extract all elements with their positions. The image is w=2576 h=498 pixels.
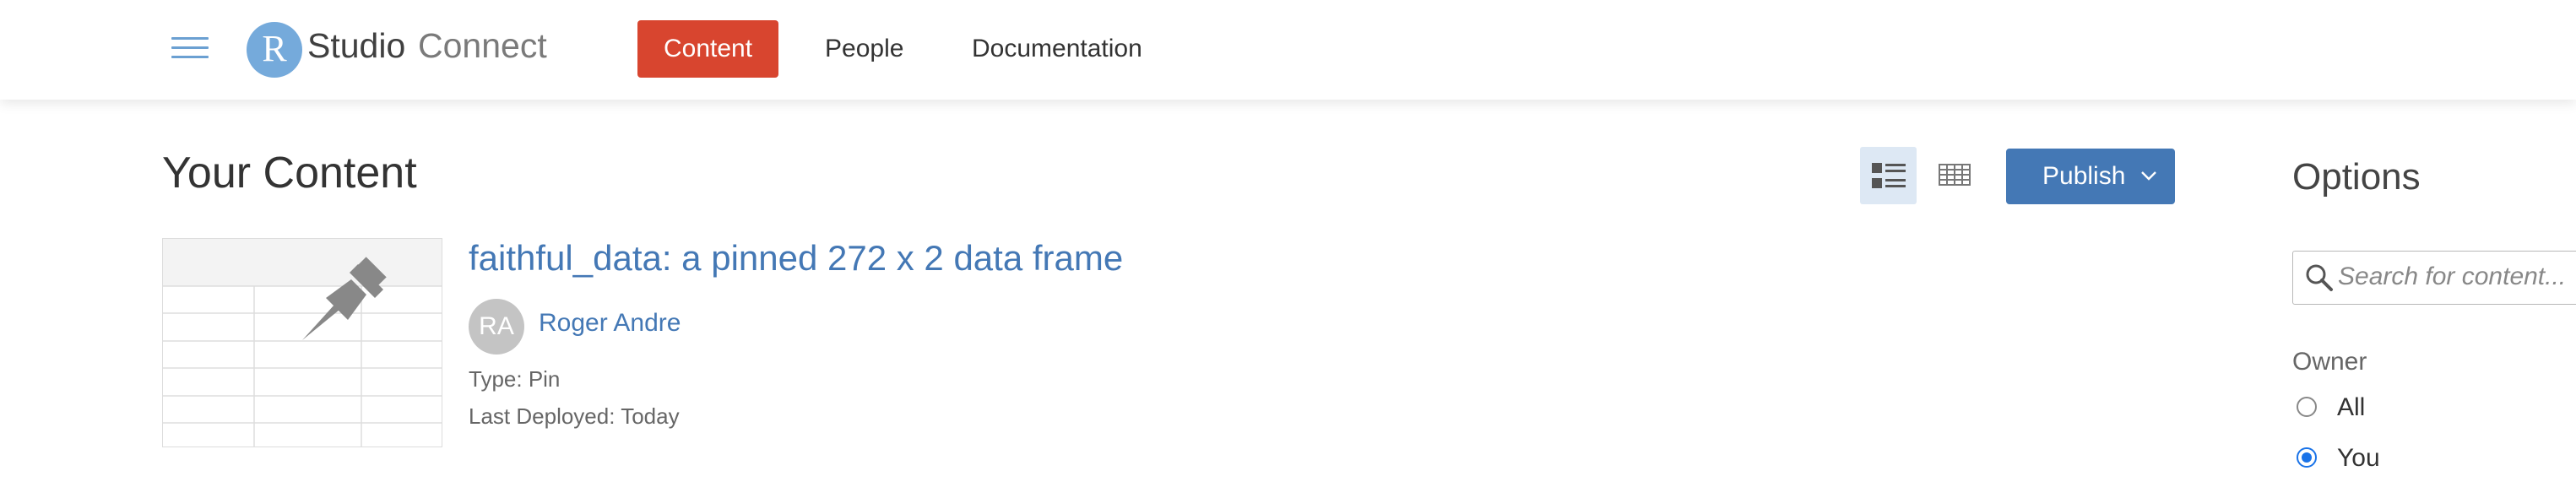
- hamburger-menu-icon[interactable]: [171, 37, 209, 59]
- list-view-icon: [1872, 163, 1906, 188]
- publish-button[interactable]: Publish: [2006, 149, 2175, 204]
- grid-view-button[interactable]: [1933, 147, 1976, 204]
- options-panel-title: Options: [2292, 156, 2421, 198]
- avatar: RA: [469, 299, 524, 355]
- owner-option-you-label: You: [2337, 444, 2380, 472]
- list-view-button[interactable]: [1860, 147, 1917, 204]
- nav-tab-content[interactable]: Content: [637, 20, 779, 78]
- pushpin-icon: [302, 257, 387, 340]
- top-navigation-bar: R Studio Connect Content People Document…: [0, 0, 2576, 100]
- nav-tab-people[interactable]: People: [825, 20, 903, 78]
- content-search-box[interactable]: [2292, 251, 2576, 305]
- owner-name-link[interactable]: Roger Andre: [539, 309, 681, 338]
- logo-word-connect: Connect: [418, 26, 547, 65]
- page-title: Your Content: [162, 149, 417, 198]
- publish-button-label: Publish: [2042, 162, 2126, 190]
- chevron-down-icon: [2141, 171, 2156, 181]
- radio-button-all[interactable]: [2297, 397, 2317, 417]
- owner-option-all-label: All: [2337, 393, 2366, 421]
- logo-r-circle: R: [247, 22, 302, 78]
- content-thumbnail[interactable]: [162, 238, 442, 447]
- logo-word-studio: Studio: [307, 26, 406, 65]
- grid-view-icon: [1939, 164, 1971, 186]
- radio-button-you[interactable]: [2297, 447, 2317, 468]
- content-type-label: Type: Pin: [469, 366, 561, 392]
- owner-filter-label: Owner: [2292, 348, 2367, 376]
- nav-tab-documentation[interactable]: Documentation: [972, 20, 1142, 78]
- search-icon: [2306, 264, 2333, 291]
- search-input[interactable]: [2338, 252, 2576, 302]
- content-item-title[interactable]: faithful_data: a pinned 272 x 2 data fra…: [469, 238, 1123, 279]
- last-deployed-label: Last Deployed: Today: [469, 403, 680, 429]
